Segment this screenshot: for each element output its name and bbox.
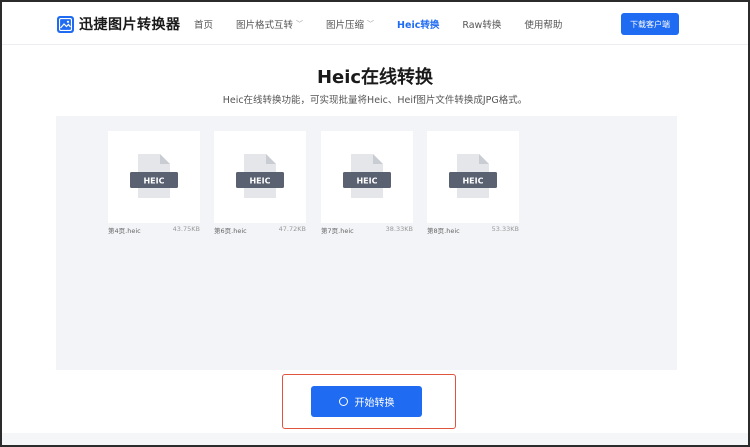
file-thumbnail: HEIC [108, 131, 200, 223]
logo-text: 迅捷图片转换器 [79, 17, 181, 33]
circle-icon [338, 397, 348, 406]
file-card[interactable]: HEIC 第4页.heic 43.75KB [108, 131, 200, 235]
start-convert-button[interactable]: 开始转换 [311, 386, 422, 417]
file-card[interactable]: HEIC 第8页.heic 53.33KB [427, 131, 519, 235]
nav-item-compress[interactable]: 图片压缩 ﹀ [326, 17, 374, 31]
file-card[interactable]: HEIC 第6页.heic 47.72KB [214, 131, 306, 235]
nav-item-heic[interactable]: Heic转换 [397, 17, 439, 31]
file-badge: HEIC [356, 177, 377, 186]
nav-label: Heic转换 [397, 20, 440, 31]
chevron-down-icon: ﹀ [367, 20, 375, 28]
page-title: Heic在线转换 [316, 67, 434, 88]
nav-item-format-convert[interactable]: 图片格式互转 ﹀ [236, 17, 303, 31]
file-meta: 第7页.heic 38.33KB [321, 225, 413, 235]
start-convert-label: 开始转换 [354, 398, 395, 409]
nav-label: 首页 [194, 20, 214, 31]
file-name: 第4页.heic [108, 227, 141, 235]
file-meta: 第8页.heic 53.33KB [427, 225, 519, 235]
download-client-button[interactable]: 下载客户端 [621, 13, 679, 35]
file-size: 53.33KB [491, 225, 519, 233]
file-thumbnail: HEIC [427, 131, 519, 223]
heic-file-icon: HEIC [449, 154, 497, 198]
file-drop-area[interactable]: HEIC 第4页.heic 43.75KB HEIC 第6页.heic 47.7… [56, 116, 677, 370]
file-size: 43.75KB [172, 225, 200, 233]
logo[interactable]: 迅捷图片转换器 [57, 14, 181, 34]
file-name: 第8页.heic [427, 227, 460, 235]
file-badge: HEIC [249, 177, 270, 186]
file-size: 38.33KB [385, 225, 413, 233]
chevron-down-icon: ﹀ [296, 20, 304, 28]
file-size: 47.72KB [278, 225, 306, 233]
file-meta: 第6页.heic 47.72KB [214, 225, 306, 235]
bottom-strip [2, 433, 748, 445]
top-header: 迅捷图片转换器 首页 图片格式互转 ﹀ 图片压缩 ﹀ Heic转换 Raw转换 使用… [2, 2, 748, 45]
nav-label: 图片压缩 [326, 20, 365, 31]
nav-label: 使用帮助 [524, 20, 563, 31]
file-badge: HEIC [143, 177, 164, 186]
heic-file-icon: HEIC [236, 154, 284, 198]
image-icon [57, 15, 74, 33]
heic-file-icon: HEIC [130, 154, 178, 198]
file-thumbnail: HEIC [321, 131, 413, 223]
file-meta: 第4页.heic 43.75KB [108, 225, 200, 235]
nav-label: 图片格式互转 [236, 20, 294, 31]
file-card[interactable]: HEIC 第7页.heic 38.33KB [321, 131, 413, 235]
file-thumbnail: HEIC [214, 131, 306, 223]
file-name: 第7页.heic [321, 227, 354, 235]
nav-item-raw[interactable]: Raw转换 [462, 17, 501, 31]
file-name: 第6页.heic [214, 227, 247, 235]
file-badge: HEIC [462, 177, 483, 186]
nav-label: Raw转换 [462, 20, 502, 31]
nav-item-help[interactable]: 使用帮助 [524, 17, 562, 31]
nav-item-home[interactable]: 首页 [194, 17, 213, 31]
heic-file-icon: HEIC [343, 154, 391, 198]
page-subtitle: Heic在线转换功能，可实现批量将Heic、Heif图片文件转换成JPG格式。 [222, 95, 528, 106]
main-nav: 首页 图片格式互转 ﹀ 图片压缩 ﹀ Heic转换 Raw转换 使用帮助 [194, 17, 585, 31]
